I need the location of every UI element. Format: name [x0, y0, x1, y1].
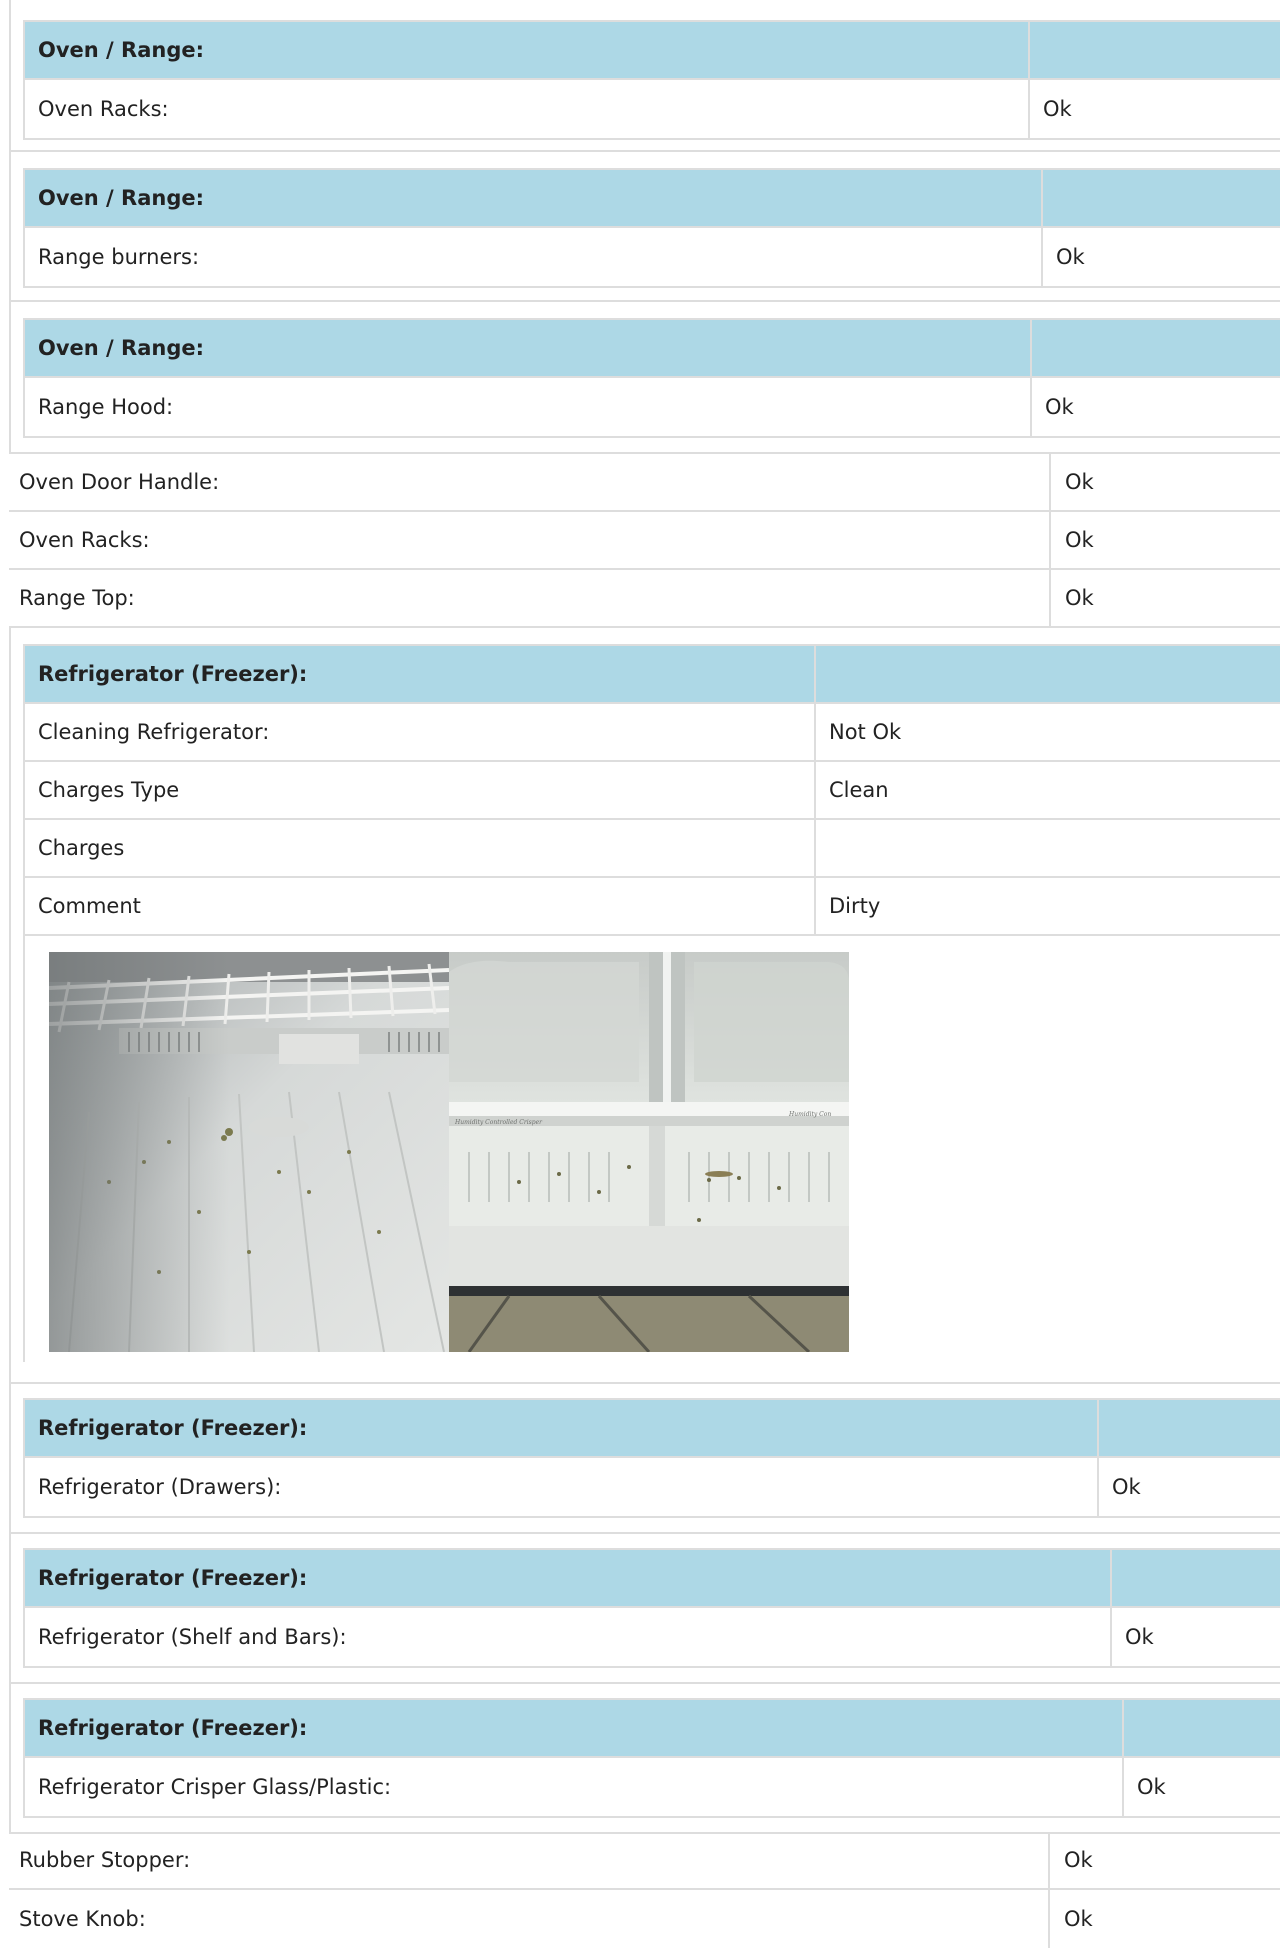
section-header-row: Oven / Range: [25, 22, 1280, 80]
item-label: Cleaning Refrigerator: [38, 720, 270, 744]
section-table: Oven / Range: Oven Racks: Ok [23, 20, 1280, 140]
section-header: Oven / Range: [38, 38, 204, 62]
item-value: Ok [1041, 228, 1280, 286]
table-row: Oven Racks: Ok [9, 512, 1280, 570]
table-row: Range Hood: Ok [25, 378, 1280, 436]
item-value: Ok [1030, 378, 1280, 436]
section-header-row: Oven / Range: [25, 320, 1280, 378]
section-header: Refrigerator (Freezer): [38, 1416, 308, 1440]
inspection-report: Oven / Range: Oven Racks: Ok Oven / Rang… [9, 0, 1280, 1948]
section-header-value-cell [1030, 320, 1280, 376]
dirty-freezer-floor-photo[interactable] [49, 952, 449, 1352]
item-value: Ok [1049, 570, 1280, 626]
section-header: Refrigerator (Freezer): [38, 1566, 308, 1590]
dirty-crisper-drawers-photo[interactable]: Humidity Controlled Crisper Humidity Con [449, 952, 849, 1352]
section-refrigerator-1: Refrigerator (Freezer): Refrigerator (Dr… [9, 1382, 1280, 1534]
item-label: Oven Racks: [38, 97, 169, 121]
table-row: Refrigerator Crisper Glass/Plastic: Ok [25, 1758, 1280, 1816]
section-header-value-cell [1097, 1400, 1280, 1456]
section-table: Refrigerator (Freezer): Refrigerator Cri… [23, 1698, 1280, 1818]
item-value: Ok [1097, 1458, 1280, 1516]
item-label: Comment [38, 894, 141, 918]
item-label: Oven Door Handle: [19, 470, 220, 494]
item-value: Ok [1028, 80, 1280, 138]
item-value: Ok [1049, 454, 1280, 510]
section-header-value-cell [1041, 170, 1280, 226]
table-row: Oven Racks: Ok [25, 80, 1280, 138]
section-oven-range-1: Oven / Range: Oven Racks: Ok [9, 0, 1280, 152]
item-label: Refrigerator (Shelf and Bars): [38, 1625, 347, 1649]
item-label: Refrigerator (Drawers): [38, 1475, 282, 1499]
item-value: Ok [1110, 1608, 1280, 1666]
table-row: Refrigerator (Drawers): Ok [25, 1458, 1280, 1516]
item-label: Refrigerator Crisper Glass/Plastic: [38, 1775, 392, 1799]
table-row: Range burners: Ok [25, 228, 1280, 286]
table-row: Range Top: Ok [9, 570, 1280, 628]
section-header-value-cell [1028, 22, 1280, 78]
photo-gallery: Humidity Controlled Crisper Humidity Con [49, 952, 849, 1352]
section-header-row: Refrigerator (Freezer): [25, 1550, 1280, 1608]
section-refrigerator-2: Refrigerator (Freezer): Refrigerator (Sh… [9, 1532, 1280, 1684]
item-value: Ok [1049, 512, 1280, 568]
section-table: Refrigerator (Freezer): Refrigerator (Dr… [23, 1398, 1280, 1518]
section-header: Refrigerator (Freezer): [38, 1716, 308, 1740]
section-refrigerator-detail: Refrigerator (Freezer): Cleaning Refrige… [9, 628, 1280, 1384]
item-label: Oven Racks: [19, 528, 150, 552]
photo-area: Humidity Controlled Crisper Humidity Con [23, 940, 1280, 1362]
item-label: Charges Type [38, 778, 180, 802]
section-header: Refrigerator (Freezer): [38, 662, 308, 686]
section-header-row: Refrigerator (Freezer): [25, 1700, 1280, 1758]
section-table: Refrigerator (Freezer): Cleaning Refrige… [23, 644, 1280, 940]
section-table: Refrigerator (Freezer): Refrigerator (Sh… [23, 1548, 1280, 1668]
item-value: Ok [1122, 1758, 1280, 1816]
table-row: Comment Dirty [25, 878, 1280, 936]
section-oven-range-2: Oven / Range: Range burners: Ok [9, 150, 1280, 302]
item-value: Ok [1048, 1890, 1280, 1948]
svg-text:Humidity Con: Humidity Con [788, 1111, 831, 1118]
section-header-row: Oven / Range: [25, 170, 1280, 228]
item-label: Stove Knob: [19, 1907, 146, 1931]
table-row: Charges Type Clean [25, 762, 1280, 820]
section-header-value-cell [814, 646, 1280, 702]
section-header-row: Refrigerator (Freezer): [25, 1400, 1280, 1458]
table-row: Cleaning Refrigerator: Not Ok [25, 704, 1280, 762]
table-row: Stove Knob: Ok [9, 1890, 1280, 1948]
item-label: Rubber Stopper: [19, 1848, 191, 1872]
item-value: Ok [1048, 1832, 1280, 1888]
table-row: Oven Door Handle: Ok [9, 454, 1280, 512]
section-header: Oven / Range: [38, 186, 204, 210]
item-value: Clean [814, 762, 1280, 818]
section-refrigerator-3: Refrigerator (Freezer): Refrigerator Cri… [9, 1682, 1280, 1834]
item-value: Dirty [814, 878, 1280, 934]
table-row: Refrigerator (Shelf and Bars): Ok [25, 1608, 1280, 1666]
item-label: Range Top: [19, 586, 135, 610]
svg-text:Humidity Controlled Crisper: Humidity Controlled Crisper [454, 1119, 543, 1126]
item-label: Range Hood: [38, 395, 174, 419]
item-value: Not Ok [814, 704, 1280, 760]
section-header-row: Refrigerator (Freezer): [25, 646, 1280, 704]
table-row: Charges [25, 820, 1280, 878]
item-value [814, 820, 1280, 876]
section-header-value-cell [1122, 1700, 1280, 1756]
item-label: Charges [38, 836, 125, 860]
section-header: Oven / Range: [38, 336, 204, 360]
table-row: Rubber Stopper: Ok [9, 1832, 1280, 1890]
section-table: Oven / Range: Range burners: Ok [23, 168, 1280, 288]
section-table: Oven / Range: Range Hood: Ok [23, 318, 1280, 438]
section-oven-range-3: Oven / Range: Range Hood: Ok [9, 300, 1280, 454]
section-header-value-cell [1110, 1550, 1280, 1606]
item-label: Range burners: [38, 245, 200, 269]
